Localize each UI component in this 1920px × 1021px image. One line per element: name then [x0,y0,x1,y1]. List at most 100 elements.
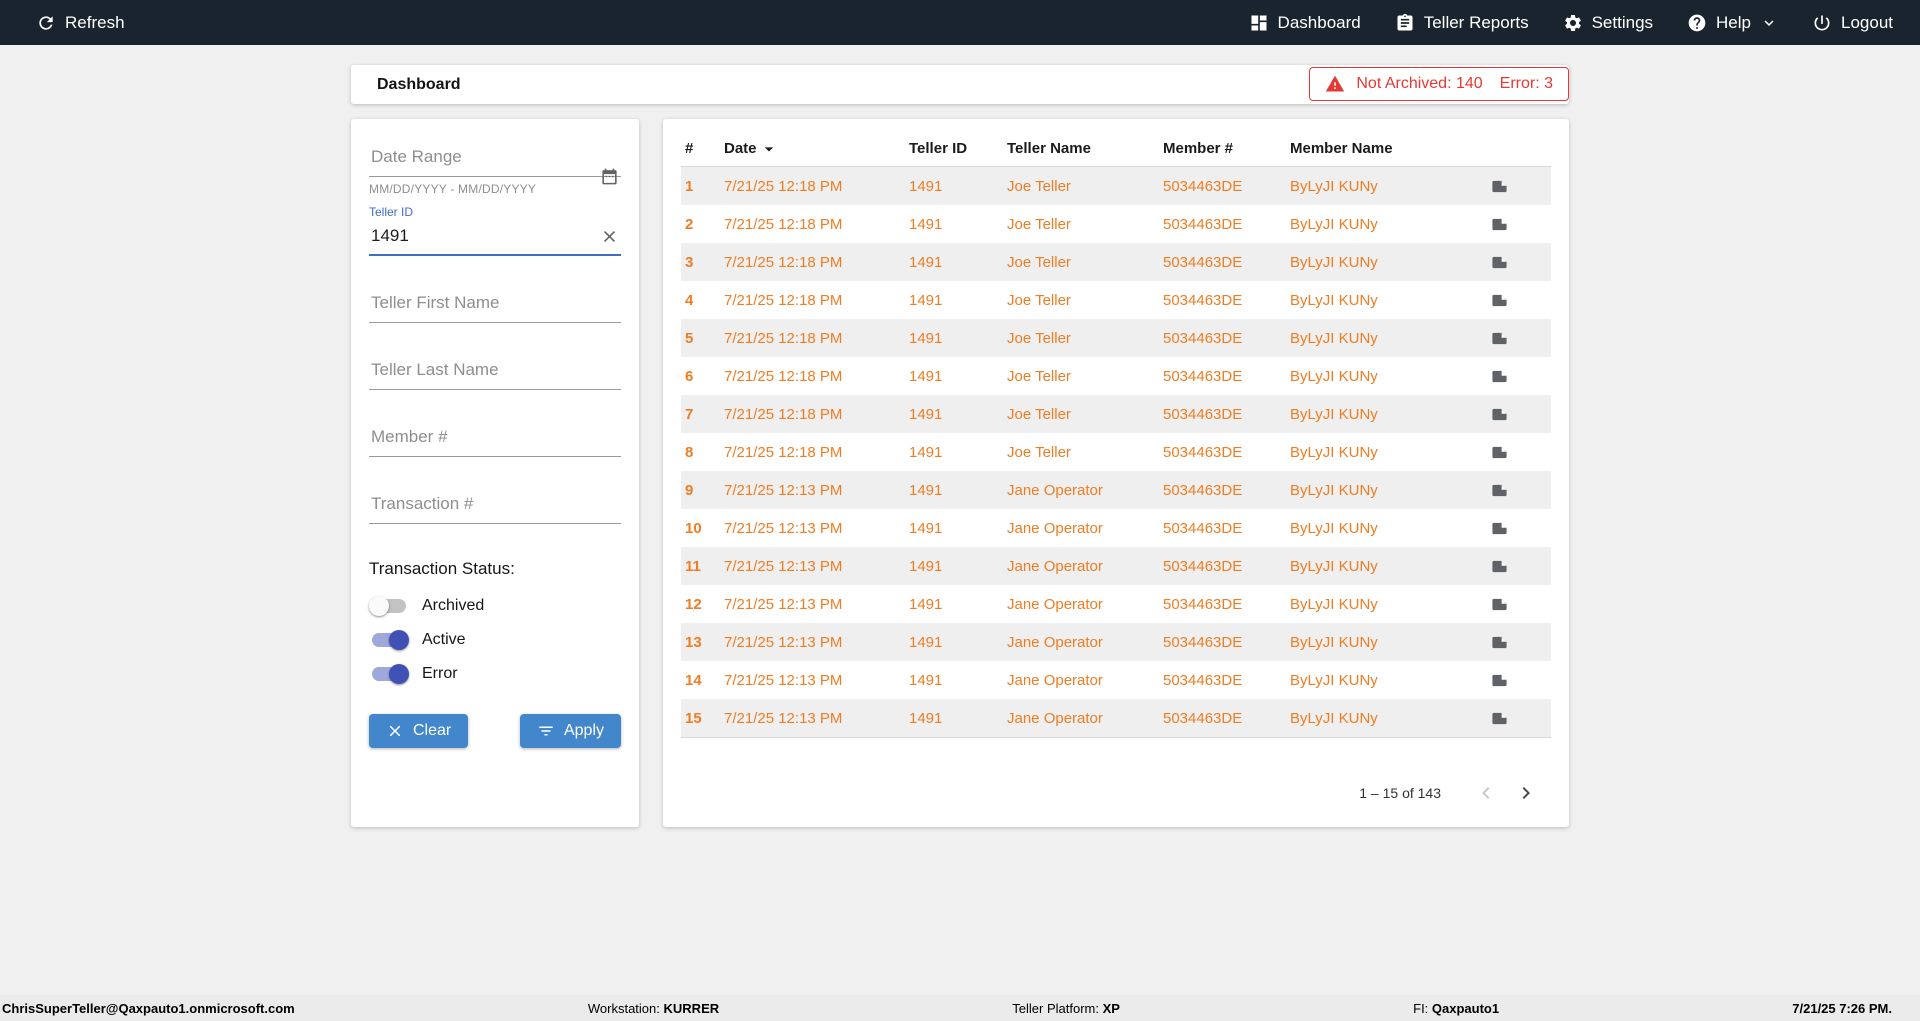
table-row[interactable]: 11 7/21/25 12:13 PM 1491 Jane Operator 5… [681,547,1551,585]
table-row[interactable]: 9 7/21/25 12:13 PM 1491 Jane Operator 50… [681,471,1551,509]
table-row[interactable]: 12 7/21/25 12:13 PM 1491 Jane Operator 5… [681,585,1551,623]
column-header-date[interactable]: Date [720,139,905,159]
row-number: 6 [685,367,694,385]
footer-workstation: Workstation: KURRER [587,1000,720,1016]
row-date: 7/21/25 12:13 PM [724,557,843,575]
row-teller-name: Joe Teller [1007,367,1071,385]
row-teller-id: 1491 [909,709,943,727]
row-teller-id: 1491 [909,253,943,271]
teller-id-input[interactable] [369,220,621,256]
note-icon[interactable] [1491,292,1508,309]
note-icon[interactable] [1491,368,1508,385]
transaction-number-input[interactable] [369,488,621,524]
status-toggle[interactable] [369,630,409,650]
row-teller-id: 1491 [909,557,943,575]
table-row[interactable]: 6 7/21/25 12:18 PM 1491 Joe Teller 50344… [681,357,1551,395]
row-member-name: ByLyJI KUNy [1290,253,1378,271]
chevron-right-icon [1522,787,1530,799]
nav-logout-label: Logout [1841,12,1893,32]
nav-dashboard-label: Dashboard [1277,12,1361,32]
row-number: 4 [685,291,694,309]
table-row[interactable]: 8 7/21/25 12:18 PM 1491 Joe Teller 50344… [681,433,1551,471]
table-row[interactable]: 3 7/21/25 12:18 PM 1491 Joe Teller 50344… [681,243,1551,281]
note-icon[interactable] [1491,558,1508,575]
previous-page-button[interactable] [1473,780,1499,806]
note-icon[interactable] [1491,254,1508,271]
row-member-name: ByLyJI KUNy [1290,519,1378,537]
apply-button[interactable]: Apply [519,714,621,748]
row-date: 7/21/25 12:13 PM [724,709,843,727]
column-header-member-number[interactable]: Member # [1159,140,1286,157]
table-row[interactable]: 1 7/21/25 12:18 PM 1491 Joe Teller 50344… [681,167,1551,205]
note-icon[interactable] [1491,634,1508,651]
status-toggle[interactable] [369,596,409,616]
clear-button[interactable]: Clear [369,714,469,748]
nav-teller-reports-label: Teller Reports [1423,12,1529,32]
table-body: 1 7/21/25 12:18 PM 1491 Joe Teller 50344… [681,167,1551,738]
row-teller-name: Joe Teller [1007,443,1071,461]
teller-last-name-input[interactable] [369,354,621,390]
column-header-number[interactable]: # [681,140,720,157]
row-member-name: ByLyJI KUNy [1290,481,1378,499]
nav-dashboard[interactable]: Dashboard [1249,13,1361,33]
table-row[interactable]: 4 7/21/25 12:18 PM 1491 Joe Teller 50344… [681,281,1551,319]
table-row[interactable]: 13 7/21/25 12:13 PM 1491 Jane Operator 5… [681,623,1551,661]
row-member-name: ByLyJI KUNy [1290,215,1378,233]
row-member-name: ByLyJI KUNy [1290,367,1378,385]
nav-help[interactable]: Help [1687,13,1778,33]
table-row[interactable]: 2 7/21/25 12:18 PM 1491 Joe Teller 50344… [681,205,1551,243]
column-header-member-name[interactable]: Member Name [1286,140,1485,157]
note-icon[interactable] [1491,178,1508,195]
row-member-number: 5034463DE [1163,557,1243,575]
table-row[interactable]: 15 7/21/25 12:13 PM 1491 Jane Operator 5… [681,699,1551,737]
row-member-number: 5034463DE [1163,443,1243,461]
nav-logout[interactable]: Logout [1812,13,1893,33]
row-date: 7/21/25 12:13 PM [724,481,843,499]
row-member-number: 5034463DE [1163,595,1243,613]
note-icon[interactable] [1491,444,1508,461]
date-range-input[interactable] [369,141,621,177]
member-number-input[interactable] [369,421,621,457]
pagination-range-label: 1 – 15 of 143 [1359,785,1441,801]
table-row[interactable]: 5 7/21/25 12:18 PM 1491 Joe Teller 50344… [681,319,1551,357]
content: Dashboard Not Archived: 140 Error: 3 MM/… [351,65,1569,827]
table-row[interactable]: 7 7/21/25 12:18 PM 1491 Joe Teller 50344… [681,395,1551,433]
row-date: 7/21/25 12:18 PM [724,443,843,461]
table-row[interactable]: 10 7/21/25 12:13 PM 1491 Jane Operator 5… [681,509,1551,547]
row-teller-name: Jane Operator [1007,671,1103,689]
note-icon[interactable] [1491,216,1508,233]
refresh-button[interactable]: Refresh [36,13,125,33]
calendar-icon[interactable] [600,167,619,186]
clear-teller-id-icon[interactable] [600,227,619,246]
note-icon[interactable] [1491,406,1508,423]
column-header-teller-name[interactable]: Teller Name [1003,140,1159,157]
teller-last-name-field [369,354,621,390]
pagination: 1 – 15 of 143 [681,780,1551,806]
help-icon [1687,13,1707,33]
note-icon[interactable] [1491,596,1508,613]
nav-settings[interactable]: Settings [1563,13,1653,33]
next-page-button[interactable] [1513,780,1539,806]
status-toggle[interactable] [369,664,409,684]
row-teller-id: 1491 [909,481,943,499]
row-member-number: 5034463DE [1163,671,1243,689]
status-toggle-label: Error [422,665,458,682]
teller-reports-icon [1395,13,1415,33]
row-member-name: ByLyJI KUNy [1290,671,1378,689]
row-member-name: ByLyJI KUNy [1290,329,1378,347]
note-icon[interactable] [1491,330,1508,347]
row-number: 8 [685,443,694,461]
status-toggle-label: Archived [422,597,485,614]
note-icon[interactable] [1491,710,1508,727]
nav-teller-reports[interactable]: Teller Reports [1395,13,1529,33]
note-icon[interactable] [1491,520,1508,537]
row-teller-name: Jane Operator [1007,633,1103,651]
table-row[interactable]: 14 7/21/25 12:13 PM 1491 Jane Operator 5… [681,661,1551,699]
column-header-teller-id[interactable]: Teller ID [905,140,1003,157]
row-member-number: 5034463DE [1163,253,1243,271]
settings-icon [1563,13,1583,33]
note-icon[interactable] [1491,672,1508,689]
teller-first-name-input[interactable] [369,287,621,323]
note-icon[interactable] [1491,482,1508,499]
row-teller-name: Joe Teller [1007,253,1071,271]
